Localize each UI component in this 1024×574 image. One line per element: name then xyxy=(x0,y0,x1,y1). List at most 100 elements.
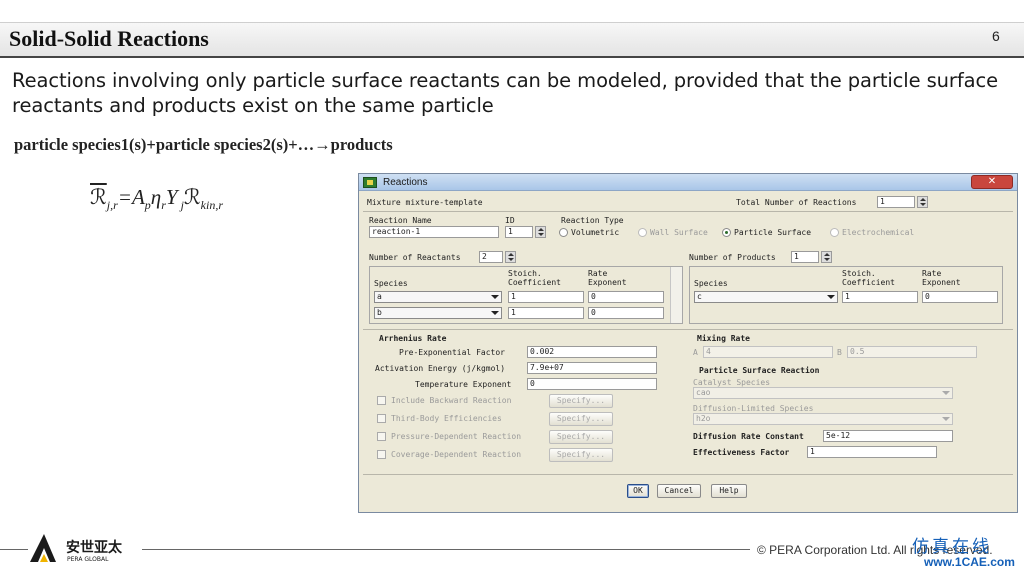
effectiveness-factor-field[interactable]: 1 xyxy=(807,446,937,458)
products-rate-header: Rate xyxy=(922,269,942,278)
diffusion-constant-label: Diffusion Rate Constant xyxy=(693,432,804,441)
cancel-button[interactable]: Cancel xyxy=(657,484,701,498)
diffusion-constant-field[interactable]: 5e-12 xyxy=(823,430,953,442)
reactants-stoich-header: Stoich. xyxy=(508,269,542,278)
reaction-equation: particle species1(s)+particle species2(s… xyxy=(14,135,393,154)
reactant-species-select[interactable]: a xyxy=(374,291,502,303)
num-reactants-spinner[interactable] xyxy=(505,251,516,263)
reactants-stoich-header-2: Coefficient xyxy=(508,278,561,287)
intro-text: Reactions involving only particle surfac… xyxy=(12,69,998,117)
logo-text-cn: 安世亚太 xyxy=(66,539,123,556)
mixing-a-field[interactable]: 4 xyxy=(703,346,833,358)
logo-text-en: PERA GLOBAL xyxy=(67,556,109,563)
pressure-dependent-checkbox[interactable] xyxy=(377,432,386,441)
reactant-species-select[interactable]: b xyxy=(374,307,502,319)
radio-wall-surface-label: Wall Surface xyxy=(650,228,708,237)
mixing-b-field[interactable]: 0.5 xyxy=(847,346,977,358)
id-spinner[interactable] xyxy=(535,226,546,238)
mixing-rate-label: Mixing Rate xyxy=(697,334,750,343)
reaction-name-label: Reaction Name xyxy=(369,216,432,225)
product-rate-field[interactable]: 0 xyxy=(922,291,998,303)
reactions-dialog: Reactions ✕ Mixture mixture-template Tot… xyxy=(358,173,1018,513)
reactant-rate-field[interactable]: 0 xyxy=(588,291,664,303)
products-rate-header-2: Exponent xyxy=(922,278,961,287)
fluent-app-icon xyxy=(363,177,377,188)
specify-pressure-button[interactable]: Specify... xyxy=(549,430,613,444)
coverage-dependent-label: Coverage-Dependent Reaction xyxy=(391,450,522,459)
divider xyxy=(363,474,1013,475)
activation-energy-field[interactable]: 7.9e+07 xyxy=(527,362,657,374)
product-species-select[interactable]: c xyxy=(694,291,838,303)
arrhenius-rate-label: Arrhenius Rate xyxy=(379,334,447,343)
pera-global-logo: 安世亚太 PERA GLOBAL xyxy=(30,534,123,563)
diffusion-species-select[interactable]: h2o xyxy=(693,413,953,425)
footer-rule-left xyxy=(0,549,28,550)
include-backward-checkbox[interactable] xyxy=(377,396,386,405)
close-icon[interactable]: ✕ xyxy=(971,175,1013,189)
num-products-field[interactable]: 1 xyxy=(791,251,819,263)
footer-rule xyxy=(142,549,750,550)
reactant-stoich-field[interactable]: 1 xyxy=(508,307,584,319)
num-products-spinner[interactable] xyxy=(821,251,832,263)
mixing-b-label: B xyxy=(837,348,842,357)
dialog-titlebar[interactable]: Reactions ✕ xyxy=(359,174,1017,191)
divider xyxy=(363,329,1013,330)
specify-third-body-button[interactable]: Specify... xyxy=(549,412,613,426)
catalyst-species-select[interactable]: cao xyxy=(693,387,953,399)
ok-button[interactable]: OK xyxy=(627,484,649,498)
reactants-scrollbar[interactable] xyxy=(670,267,682,323)
num-reactants-field[interactable]: 2 xyxy=(479,251,503,263)
pre-exp-label: Pre-Exponential Factor xyxy=(399,348,505,357)
id-field[interactable]: 1 xyxy=(505,226,533,238)
activation-energy-label: Activation Energy (j/kgmol) xyxy=(375,364,506,373)
specify-backward-button[interactable]: Specify... xyxy=(549,394,613,408)
reaction-name-field[interactable]: reaction-1 xyxy=(369,226,499,238)
reactant-rate-field[interactable]: 0 xyxy=(588,307,664,319)
coverage-dependent-checkbox[interactable] xyxy=(377,450,386,459)
products-stoich-header: Stoich. xyxy=(842,269,876,278)
watermark-cn: 仿真在线 xyxy=(912,537,992,557)
total-reactions-field[interactable]: 1 xyxy=(877,196,915,208)
reactants-table: Species Stoich. Coefficient Rate Exponen… xyxy=(369,266,683,324)
temperature-exponent-label: Temperature Exponent xyxy=(415,380,512,389)
include-backward-label: Include Backward Reaction xyxy=(391,396,512,405)
pre-exp-field[interactable]: 0.002 xyxy=(527,346,657,358)
product-stoich-field[interactable]: 1 xyxy=(842,291,918,303)
third-body-label: Third-Body Efficiencies xyxy=(391,414,502,423)
products-table: Species Stoich. Coefficient Rate Exponen… xyxy=(689,266,1003,324)
radio-electrochemical-label: Electrochemical xyxy=(842,228,915,237)
rate-formula-image: ℛj,r=ApηrY jℛkin,r xyxy=(90,185,224,213)
help-button[interactable]: Help xyxy=(711,484,747,498)
temperature-exponent-field[interactable]: 0 xyxy=(527,378,657,390)
id-label: ID xyxy=(505,216,515,225)
diffusion-species-label: Diffusion-Limited Species xyxy=(693,404,814,413)
radio-wall-surface[interactable] xyxy=(638,228,647,237)
num-products-label: Number of Products xyxy=(689,253,776,262)
radio-particle-surface[interactable] xyxy=(722,228,731,237)
mixing-a-label: A xyxy=(693,348,698,357)
radio-volumetric[interactable] xyxy=(559,228,568,237)
pressure-dependent-label: Pressure-Dependent Reaction xyxy=(391,432,522,441)
reactants-species-header: Species xyxy=(374,279,408,288)
specify-coverage-button[interactable]: Specify... xyxy=(549,448,613,462)
particle-surface-reaction-label: Particle Surface Reaction xyxy=(699,366,820,375)
catalyst-species-label: Catalyst Species xyxy=(693,378,771,387)
effectiveness-factor-label: Effectiveness Factor xyxy=(693,448,790,457)
total-reactions-label: Total Number of Reactions xyxy=(736,198,857,207)
watermark-url: www.1CAE.com xyxy=(924,555,1015,569)
radio-particle-surface-label: Particle Surface xyxy=(734,228,812,237)
mixture-label: Mixture mixture-template xyxy=(367,198,483,207)
total-reactions-spinner[interactable] xyxy=(917,196,928,208)
num-reactants-label: Number of Reactants xyxy=(369,253,461,262)
page-number: 6 xyxy=(992,28,1000,44)
reaction-type-label: Reaction Type xyxy=(561,216,624,225)
divider xyxy=(363,211,1013,212)
dialog-title: Reactions xyxy=(383,177,428,188)
third-body-checkbox[interactable] xyxy=(377,414,386,423)
reactants-rate-header-2: Exponent xyxy=(588,278,627,287)
reactant-stoich-field[interactable]: 1 xyxy=(508,291,584,303)
radio-electrochemical[interactable] xyxy=(830,228,839,237)
radio-volumetric-label: Volumetric xyxy=(571,228,620,237)
reactants-rate-header: Rate xyxy=(588,269,608,278)
products-stoich-header-2: Coefficient xyxy=(842,278,895,287)
